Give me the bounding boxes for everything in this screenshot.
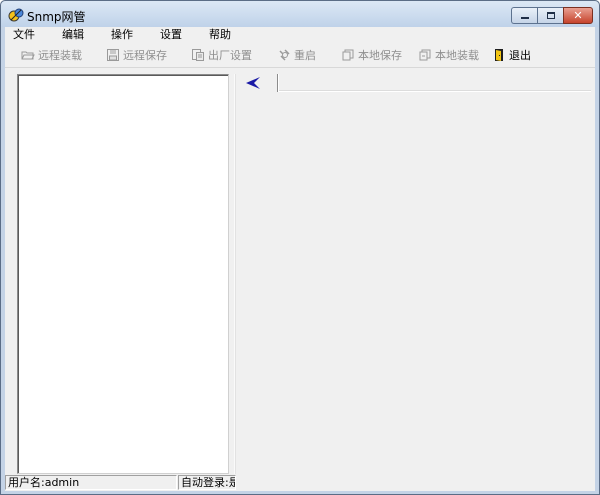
maximize-button[interactable] [537, 7, 563, 24]
client-area: 文件 编辑 操作 设置 帮助 远程装载 远程保存 出厂设置 重启 本地保存 本地… [5, 27, 595, 491]
local-save-button[interactable]: 本地保存 [341, 45, 402, 65]
menu-file[interactable]: 文件 [5, 27, 43, 43]
factory-reset-button[interactable]: 出厂设置 [191, 45, 252, 65]
remote-save-button[interactable]: 远程保存 [106, 45, 167, 65]
menu-settings[interactable]: 设置 [152, 27, 190, 43]
remote-load-label: 远程装载 [38, 49, 82, 62]
remote-save-label: 远程保存 [123, 49, 167, 62]
maximize-icon [546, 12, 555, 19]
status-bar: 用户名:admin 自动登录:是 [5, 475, 595, 491]
exit-label: 退出 [509, 49, 531, 62]
local-load-label: 本地装载 [435, 49, 479, 62]
close-icon: ✕ [573, 9, 583, 22]
factory-reset-label: 出厂设置 [208, 49, 252, 62]
back-arrow-icon[interactable] [245, 76, 261, 90]
panel-splitter[interactable] [234, 74, 236, 474]
main-window: Snmp网管 ✕ 文件 编辑 操作 设置 帮助 远程装载 远程保存 出厂设置 重… [0, 0, 600, 495]
local-save-label: 本地保存 [358, 49, 402, 62]
tab-baseline [279, 91, 591, 92]
snmp-app-icon [8, 8, 24, 22]
menu-edit[interactable]: 编辑 [54, 27, 92, 43]
title-bar[interactable]: Snmp网管 ✕ [1, 1, 599, 27]
tab-strip [239, 74, 591, 94]
local-load-button[interactable]: 本地装载 [418, 45, 479, 65]
restart-label: 重启 [294, 49, 316, 62]
menu-bar: 文件 编辑 操作 设置 帮助 [5, 27, 595, 43]
exit-button[interactable]: 退出 [492, 45, 531, 65]
window-title: Snmp网管 [27, 10, 86, 24]
status-auto-login: 自动登录:是 [178, 475, 236, 490]
tab-divider [277, 74, 279, 92]
exit-door-icon [495, 49, 503, 61]
toolbar-separator [5, 67, 595, 68]
remote-load-button[interactable]: 远程装载 [21, 45, 82, 65]
local-save-icon [342, 49, 354, 61]
save-disk-icon [107, 49, 119, 61]
minimize-button[interactable] [511, 7, 537, 24]
minimize-icon [520, 17, 529, 19]
status-username: 用户名:admin [5, 475, 177, 490]
menu-help[interactable]: 帮助 [201, 27, 239, 43]
menu-operate[interactable]: 操作 [103, 27, 141, 43]
device-tree-panel[interactable] [17, 74, 229, 474]
factory-reset-icon [192, 49, 204, 61]
folder-open-icon [21, 51, 35, 60]
restart-icon [279, 49, 290, 61]
window-controls: ✕ [511, 7, 593, 24]
close-button[interactable]: ✕ [563, 7, 593, 24]
toolbar: 远程装载 远程保存 出厂设置 重启 本地保存 本地装载 退出 [5, 44, 595, 66]
restart-button[interactable]: 重启 [277, 45, 316, 65]
local-load-icon [419, 49, 431, 61]
